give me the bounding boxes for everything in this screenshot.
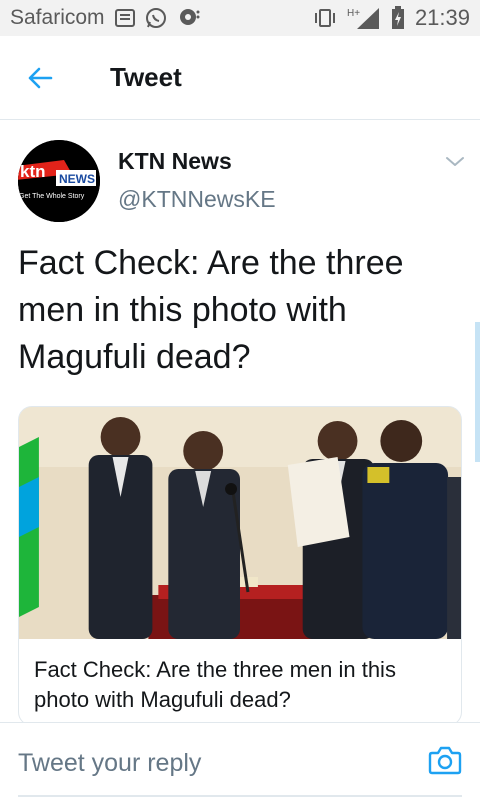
clock: 21:39	[414, 5, 470, 30]
status-bar: Safaricom H+ 21:39	[0, 0, 480, 36]
battery-icon	[391, 6, 405, 30]
tweet-options-button[interactable]	[440, 150, 470, 174]
vibrate-icon	[313, 8, 337, 28]
back-button[interactable]	[0, 36, 80, 120]
chat-app-icon	[177, 8, 201, 28]
tweet-header: ktn NEWS Get The Whole Story KTN News @K…	[0, 128, 480, 224]
scrollbar[interactable]	[475, 322, 480, 462]
reply-underline	[18, 795, 462, 797]
svg-text:ktn: ktn	[20, 162, 46, 181]
author-handle[interactable]: @KTNNewsKE	[118, 186, 276, 213]
author-name[interactable]: KTN News	[118, 148, 232, 175]
ktn-news-logo: ktn NEWS Get The Whole Story	[18, 140, 100, 222]
carrier-name: Safaricom	[10, 6, 105, 29]
link-card[interactable]: Fact Check: Are the three men in this ph…	[18, 406, 462, 726]
signal-icon: H+	[347, 6, 381, 30]
reply-bar	[0, 722, 480, 800]
svg-text:NEWS: NEWS	[59, 172, 95, 186]
svg-text:H+: H+	[347, 8, 360, 19]
camera-icon	[428, 746, 462, 775]
whatsapp-icon	[145, 7, 167, 29]
page-title: Tweet	[110, 62, 182, 92]
card-photo	[19, 407, 461, 639]
message-notification-icon	[114, 9, 135, 27]
arrow-left-icon	[28, 67, 53, 88]
card-title: Fact Check: Are the three men in this ph…	[34, 657, 396, 712]
chevron-down-icon	[446, 157, 464, 166]
reply-input[interactable]	[18, 733, 418, 793]
avatar[interactable]: ktn NEWS Get The Whole Story	[18, 140, 100, 222]
top-app-bar: Tweet	[0, 36, 480, 120]
tweet-text: Fact Check: Are the three men in this ph…	[18, 244, 404, 376]
svg-text:Get The Whole Story: Get The Whole Story	[19, 193, 85, 200]
camera-button[interactable]	[428, 743, 462, 777]
